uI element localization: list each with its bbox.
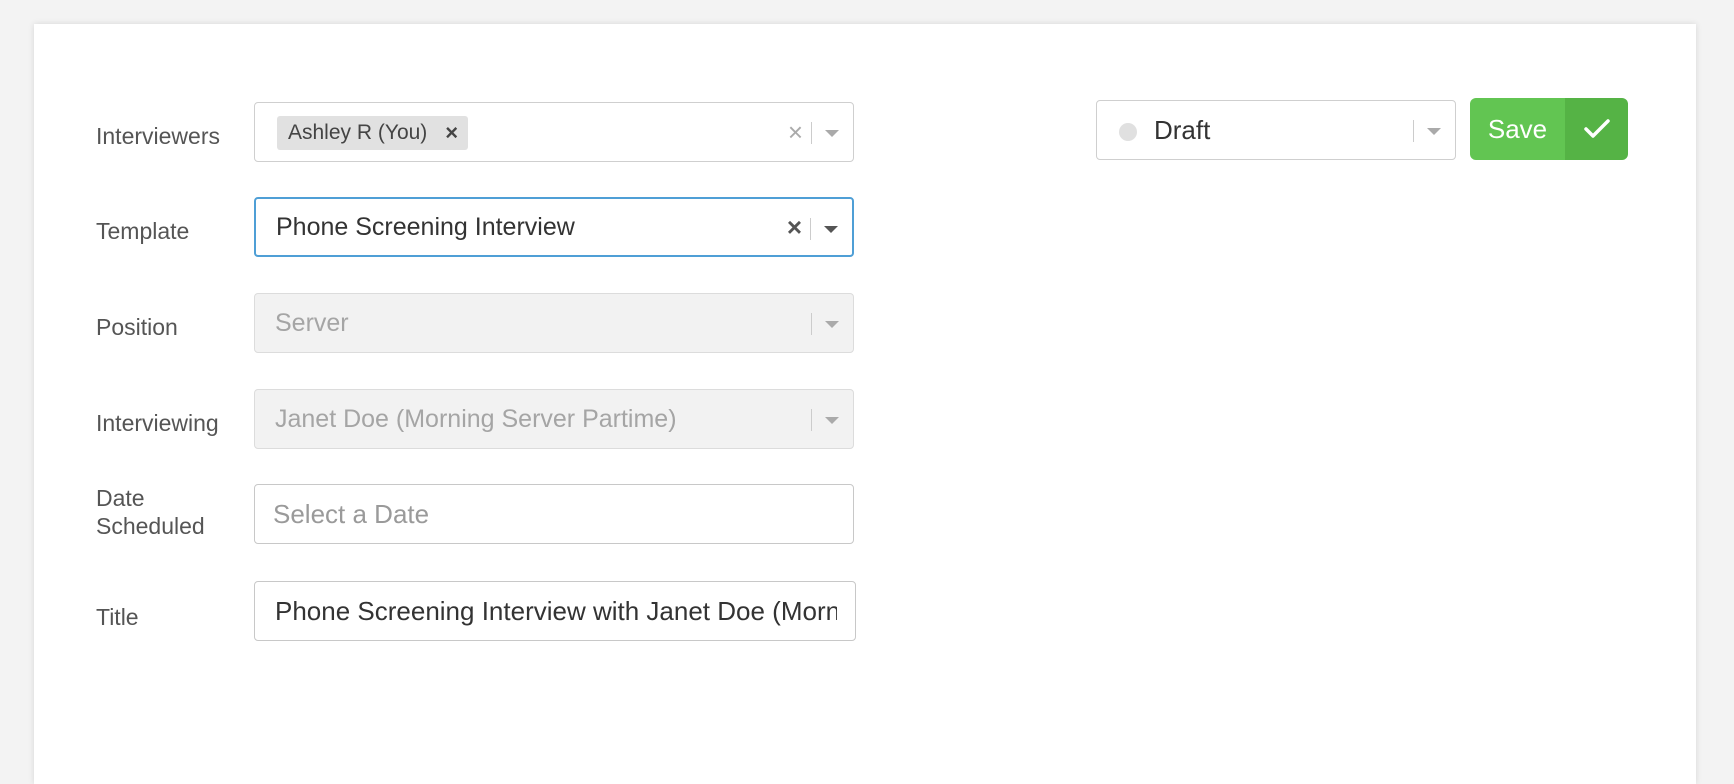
interview-form-card: Interviewers Ashley R (You) × × Template… <box>34 24 1696 784</box>
position-label: Position <box>96 314 178 340</box>
checkmark-icon <box>1565 98 1628 160</box>
chevron-down-icon[interactable] <box>1427 128 1441 135</box>
select-separator <box>1413 120 1414 142</box>
status-select[interactable]: Draft <box>1096 100 1456 160</box>
remove-tag-icon[interactable]: × <box>445 120 458 146</box>
interviewers-row: Interviewers Ashley R (You) × × <box>96 102 896 162</box>
date-scheduled-row: Date Scheduled <box>96 484 896 544</box>
title-input[interactable] <box>254 581 856 641</box>
template-label: Template <box>96 218 190 244</box>
template-value: Phone Screening Interview <box>276 212 575 241</box>
select-separator <box>811 122 812 144</box>
title-label: Title <box>96 604 139 630</box>
template-select[interactable]: Phone Screening Interview × <box>254 197 854 257</box>
chevron-down-icon <box>825 417 839 424</box>
position-select: Server <box>254 293 854 353</box>
status-dot-icon <box>1119 123 1137 141</box>
chevron-down-icon[interactable] <box>824 226 838 233</box>
date-scheduled-input[interactable] <box>254 484 854 544</box>
select-separator <box>810 218 811 240</box>
interviewer-tag: Ashley R (You) × <box>277 116 469 150</box>
title-row: Title <box>96 581 896 641</box>
interviewing-label: Interviewing <box>96 410 219 436</box>
position-row: Position Server <box>96 293 896 353</box>
chevron-down-icon[interactable] <box>825 130 839 137</box>
date-scheduled-label-line1: Date <box>96 485 145 511</box>
interviewing-row: Interviewing Janet Doe (Morning Server P… <box>96 389 896 449</box>
date-scheduled-label-line2: Scheduled <box>96 513 205 539</box>
chevron-down-icon <box>825 321 839 328</box>
interviewers-select[interactable]: Ashley R (You) × × <box>254 102 854 162</box>
select-separator <box>811 313 812 335</box>
date-scheduled-label: Date Scheduled <box>96 484 256 540</box>
interviewer-tag-label: Ashley R (You) <box>288 121 428 144</box>
interviewers-label: Interviewers <box>96 123 220 149</box>
clear-icon[interactable]: × <box>788 103 803 161</box>
select-separator <box>811 409 812 431</box>
status-value: Draft <box>1154 114 1211 145</box>
interviewing-select: Janet Doe (Morning Server Partime) <box>254 389 854 449</box>
clear-icon[interactable]: × <box>787 199 802 255</box>
template-row: Template Phone Screening Interview × <box>96 197 896 257</box>
interviewing-value: Janet Doe (Morning Server Partime) <box>275 404 677 433</box>
save-button-label: Save <box>1470 98 1565 160</box>
position-value: Server <box>275 308 349 337</box>
save-button[interactable]: Save <box>1470 98 1628 160</box>
